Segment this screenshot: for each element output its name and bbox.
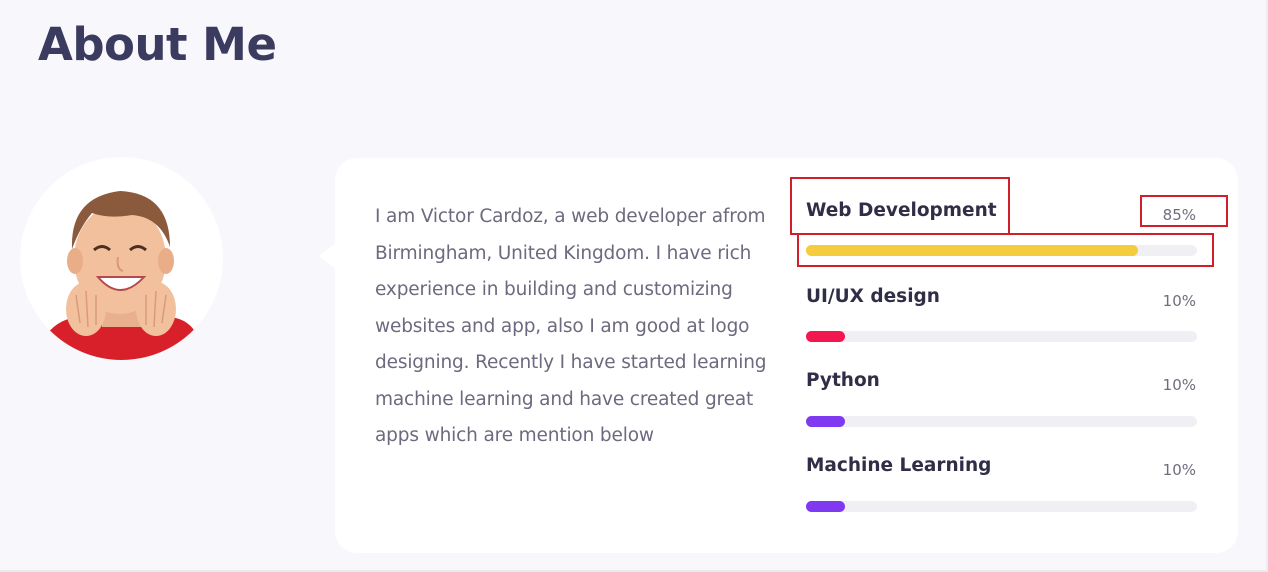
skill-progress-python xyxy=(806,416,1197,427)
skill-progress-machine-learning xyxy=(806,501,1197,512)
skill-progress-ui-ux-design xyxy=(806,331,1197,342)
highlight-box-skill-progress xyxy=(797,233,1214,267)
skill-percent-python: 10% xyxy=(1162,376,1196,394)
highlight-box-skill-name xyxy=(790,177,1010,235)
skill-name-python: Python xyxy=(806,370,880,391)
skill-name-ui-ux-design: UI/UX design xyxy=(806,286,940,307)
skill-progress-fill-machine-learning xyxy=(806,501,846,512)
page-title: About Me xyxy=(38,18,277,71)
skill-percent-ui-ux-design: 10% xyxy=(1162,292,1196,310)
skill-progress-fill-ui-ux-design xyxy=(806,331,846,342)
skill-name-machine-learning: Machine Learning xyxy=(806,455,992,476)
highlight-box-skill-percent xyxy=(1140,195,1228,227)
smiling-child-avatar-icon xyxy=(46,191,198,360)
card-pointer xyxy=(318,243,336,269)
bio-text: I am Victor Cardoz, a web developer afro… xyxy=(375,206,767,446)
avatar xyxy=(20,157,223,360)
skill-progress-fill-python xyxy=(806,416,846,427)
skill-percent-machine-learning: 10% xyxy=(1162,461,1196,479)
